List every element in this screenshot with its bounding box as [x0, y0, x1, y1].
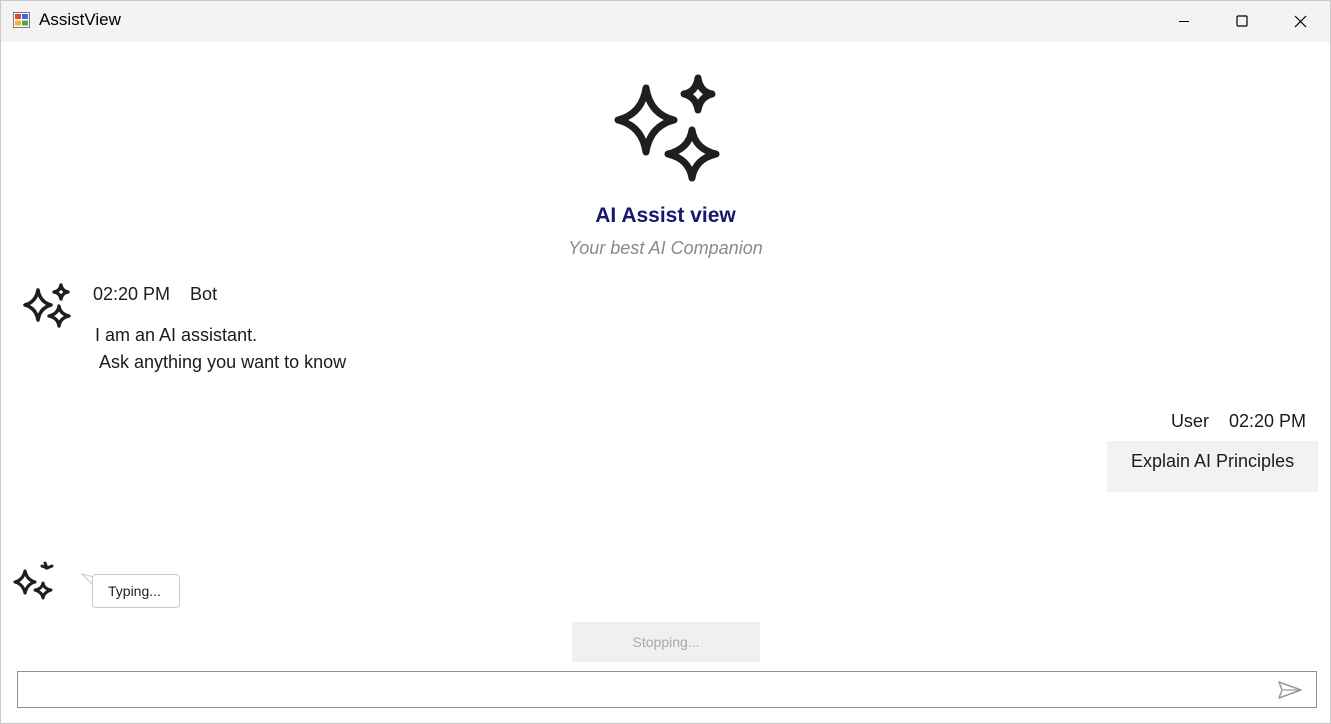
typing-avatar-sparkle-icon: [13, 561, 54, 600]
send-icon: [1278, 681, 1302, 699]
message-composer: [17, 671, 1317, 708]
bot-message-text: I am an AI assistant. Ask anything you w…: [95, 325, 347, 372]
bot-avatar-sparkle-icon: [23, 283, 71, 328]
sparkle-icon: [614, 74, 720, 182]
minimize-icon: [1179, 21, 1189, 22]
stop-button[interactable]: Stopping...: [572, 622, 760, 662]
send-button[interactable]: [1274, 676, 1306, 704]
maximize-icon: [1236, 15, 1248, 27]
maximize-button[interactable]: [1213, 1, 1271, 41]
chat-area: AI Assist view Your best AI Companion 02…: [2, 42, 1329, 723]
assistview-window: AssistView AI Assist view Your best AI C…: [0, 0, 1331, 724]
close-icon: [1294, 15, 1306, 27]
bot-message-meta: 02:20 PM Bot: [93, 284, 218, 304]
title-bar: AssistView: [1, 1, 1330, 42]
user-message-bubble: Explain AI Principles: [1107, 441, 1318, 492]
close-button[interactable]: [1271, 1, 1329, 41]
minimize-button[interactable]: [1155, 1, 1213, 41]
header-title: AI Assist view: [595, 204, 736, 227]
user-message-meta: User 02:20 PM: [1170, 411, 1306, 431]
typing-indicator: Typing...: [92, 574, 180, 608]
app-icon: [13, 12, 30, 28]
message-input[interactable]: [26, 676, 1266, 703]
typing-indicator-text: Typing...: [108, 583, 161, 599]
user-message-text: Explain AI Principles: [1131, 451, 1295, 471]
window-title: AssistView: [39, 10, 121, 29]
header-subtitle: Your best AI Companion: [568, 238, 763, 258]
